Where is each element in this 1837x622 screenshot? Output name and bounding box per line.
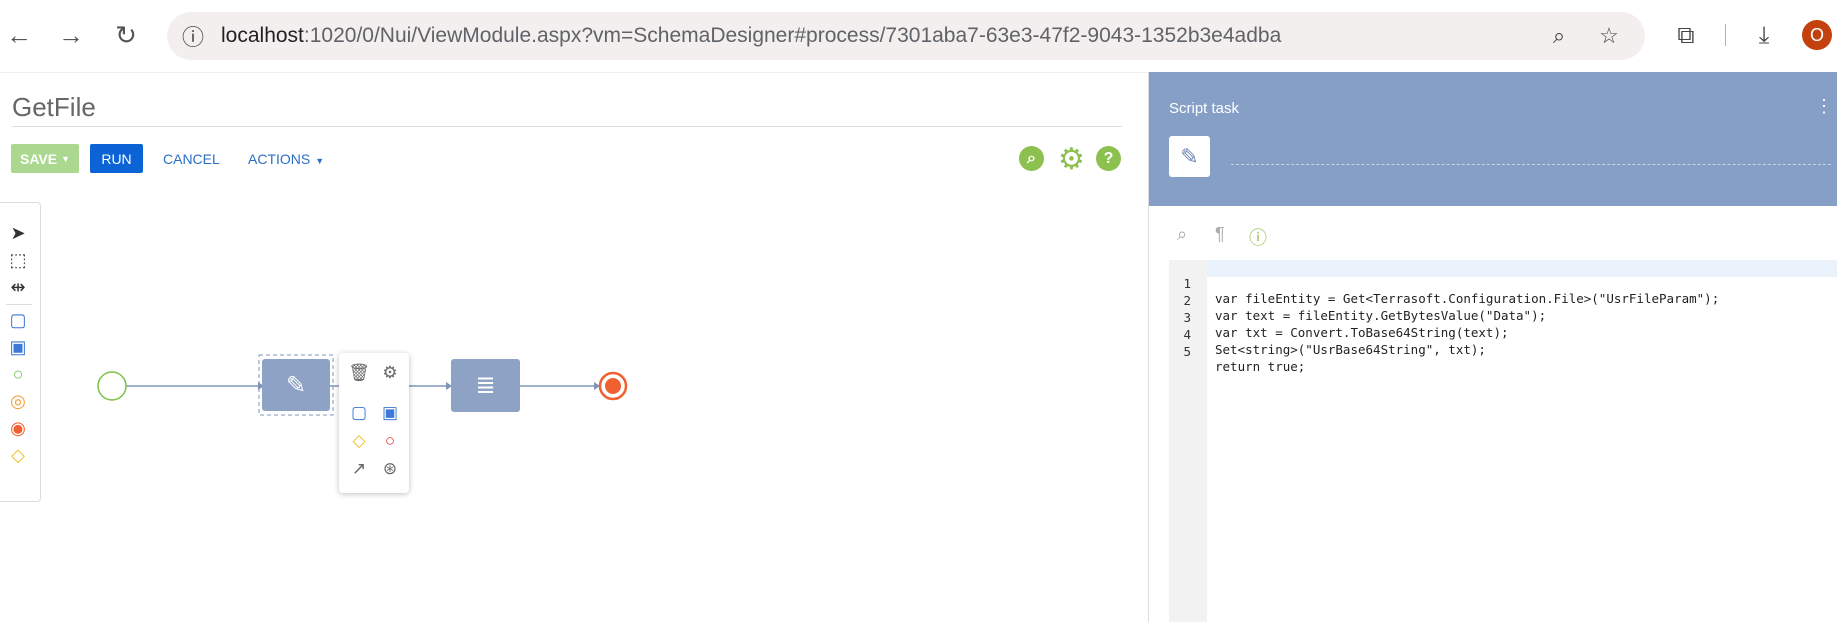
code-line[interactable]: 4 Set<string>("UsrBase64String", txt); xyxy=(1149,312,1818,357)
panel-title[interactable]: Script task xyxy=(1169,100,1239,117)
forward-icon[interactable]: → xyxy=(56,20,86,50)
read-data-node[interactable]: ≣ xyxy=(451,359,520,412)
back-icon[interactable]: ← xyxy=(4,20,34,50)
connector-arrow-icon[interactable]: ↗ xyxy=(347,457,371,481)
code-line[interactable]: 3 var txt = Convert.ToBase64String(text)… xyxy=(1149,295,1818,340)
code-line[interactable]: 2 var text = fileEntity.GetBytesValue("D… xyxy=(1149,278,1818,323)
gateway-icon[interactable]: ◇ xyxy=(347,429,371,453)
end-event-icon[interactable]: ○ xyxy=(378,429,402,453)
avatar[interactable]: O xyxy=(1802,20,1832,50)
code-text[interactable]: return true; xyxy=(1215,359,1305,374)
script-task-panel: Script task ⋮ ✎ ⌕ ¶ ⓘ 1 var fileEntity =… xyxy=(1148,72,1837,622)
end-event-core xyxy=(605,378,621,394)
start-event[interactable] xyxy=(97,371,127,401)
process-designer: GetFile SAVE ▼ RUN CANCEL ACTIONS ▼ ⌕ ⚙ ? … xyxy=(0,72,1148,622)
line-number: 5 xyxy=(1183,344,1191,359)
code-line[interactable]: 1 var fileEntity = Get<Terrasoft.Configu… xyxy=(1149,261,1818,306)
change-type-icon[interactable]: ⊛ xyxy=(378,457,402,481)
script-task-node[interactable]: ✎ xyxy=(262,359,330,411)
bookmark-star-icon[interactable]: ☆ xyxy=(1597,23,1621,48)
panel-header-divider xyxy=(1231,164,1831,165)
download-icon[interactable]: ⤓ xyxy=(1748,20,1780,52)
code-line[interactable]: 5 return true; xyxy=(1149,329,1818,374)
browser-chrome: ← → ↻ ⓘ localhost:1020/0/Nui/ViewModule.… xyxy=(0,0,1837,73)
script-icon: ✎ xyxy=(285,371,307,399)
user-task-icon[interactable]: ▢ xyxy=(347,401,371,425)
address-bar[interactable]: ⓘ localhost:1020/0/Nui/ViewModule.aspx?v… xyxy=(167,12,1645,60)
zoom-icon[interactable]: ⌕ xyxy=(1547,23,1571,48)
site-info-icon[interactable]: ⓘ xyxy=(181,24,205,50)
trash-icon[interactable]: 🗑 xyxy=(347,361,371,385)
pilcrow-icon[interactable]: ¶ xyxy=(1215,224,1225,245)
gear-icon[interactable]: ⚙ xyxy=(378,361,402,385)
read-data-icon: ≣ xyxy=(475,372,496,399)
search-icon[interactable]: ⌕ xyxy=(1177,224,1187,245)
panel-header: Script task ⋮ ✎ xyxy=(1149,72,1837,206)
info-icon[interactable]: ⓘ xyxy=(1249,224,1267,250)
flow-canvas xyxy=(97,354,628,416)
extensions-icon[interactable]: ⧉ xyxy=(1670,20,1702,52)
url-text[interactable]: localhost:1020/0/Nui/ViewModule.aspx?vm=… xyxy=(221,24,1281,48)
more-menu-icon[interactable]: ⋮ xyxy=(1815,96,1833,117)
system-action-icon[interactable]: ▣ xyxy=(378,401,402,425)
script-icon: ✎ xyxy=(1169,136,1210,177)
toolbar-divider xyxy=(1725,24,1726,46)
element-context-menu: 🗑 ⚙ ▢ ▣ ◇ ○ ↗ ⊛ xyxy=(339,353,409,493)
reload-icon[interactable]: ↻ xyxy=(111,20,141,50)
